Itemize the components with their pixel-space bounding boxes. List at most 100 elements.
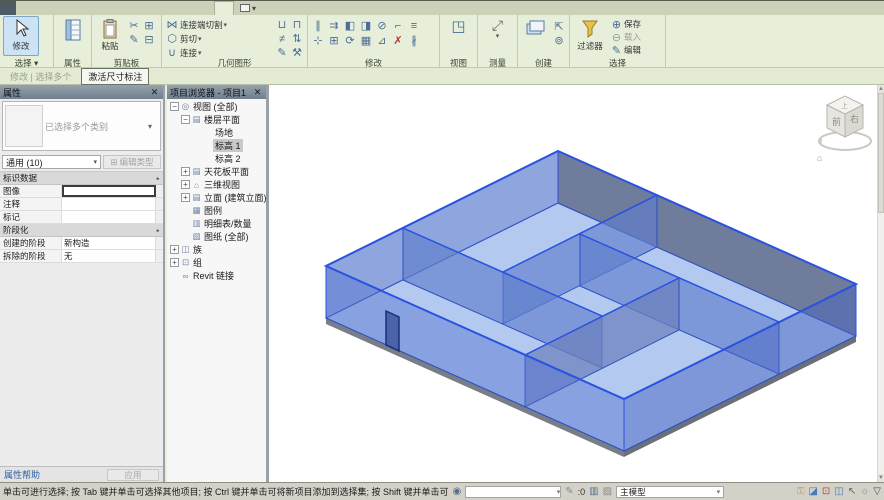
activate-dimensions-button[interactable]: 激活尺寸标注: [81, 68, 149, 85]
tree-expander[interactable]: −: [181, 115, 190, 124]
background-process-icon[interactable]: ☼: [860, 486, 869, 497]
tree-legends[interactable]: ▦ 图例: [167, 204, 266, 217]
link-select-icon[interactable]: ◪: [808, 486, 817, 497]
array-icon[interactable]: ▦: [359, 34, 373, 47]
panel-label-select[interactable]: 选择 ▾: [0, 57, 53, 67]
worksets-icon[interactable]: ▥: [589, 486, 598, 497]
switch-order-icon[interactable]: ⇅: [290, 32, 304, 45]
tree-site[interactable]: 场地: [167, 126, 266, 139]
type-selector[interactable]: 已选择多个类别 ▾: [2, 101, 161, 151]
ribbon-display-toggle[interactable]: ▾: [240, 1, 256, 15]
selection-edit-button[interactable]: ✎编辑: [609, 44, 643, 56]
beam-joins-icon[interactable]: ⊓: [290, 18, 304, 31]
phase-created-field[interactable]: 新构造: [62, 237, 156, 249]
underlay-select-icon[interactable]: ⊡: [822, 486, 830, 497]
ribbon-tab[interactable]: [124, 1, 142, 15]
rotate-icon[interactable]: ⟳: [343, 34, 357, 47]
modify-tool-button[interactable]: 修改: [3, 16, 39, 56]
create-group-button[interactable]: [521, 16, 550, 56]
editing-requests-icon[interactable]: ✎: [565, 486, 573, 497]
ribbon-tab[interactable]: [160, 1, 178, 15]
model-3d-view[interactable]: [269, 85, 878, 468]
scroll-down-icon[interactable]: ▼: [878, 474, 884, 482]
tree-ceiling-plans[interactable]: + ▤ 天花板平面: [167, 165, 266, 178]
trim-icon[interactable]: ⌐: [391, 19, 405, 32]
paste-button[interactable]: 粘贴: [95, 16, 125, 56]
tree-expander[interactable]: +: [181, 180, 190, 189]
cut-geometry-button[interactable]: ⬡剪切▾: [165, 32, 273, 45]
mirror-draw-icon[interactable]: ◨: [359, 19, 373, 32]
search-icon[interactable]: ◉: [453, 486, 462, 497]
tree-views-all[interactable]: − ◎ 视图 (全部): [167, 100, 266, 113]
tree-elevations[interactable]: + ▤ 立面 (建筑立面): [167, 191, 266, 204]
tree-level-2[interactable]: 标高 2: [167, 152, 266, 165]
mark-value-field[interactable]: [62, 211, 156, 223]
align-icon[interactable]: ∥: [311, 19, 325, 32]
tree-groups[interactable]: + ⊡ 组: [167, 256, 266, 269]
properties-toggle-button[interactable]: [57, 16, 88, 56]
tree-3d-views[interactable]: + ⌂ 三维视图: [167, 178, 266, 191]
create-similar-icon[interactable]: ⇱: [552, 20, 566, 33]
tree-floor-plans[interactable]: − ▤ 楼层平面: [167, 113, 266, 126]
move-icon[interactable]: ⊹: [311, 34, 325, 47]
selection-load-button[interactable]: ⊖载入: [609, 31, 643, 43]
offset-icon[interactable]: ⇉: [327, 19, 341, 32]
search-combo[interactable]: ▾: [465, 486, 561, 498]
pick-type-icon[interactable]: ⊟: [142, 33, 156, 46]
ribbon-tab[interactable]: [178, 1, 196, 15]
tree-revit-links[interactable]: ∞ Revit 链接: [167, 269, 266, 282]
section-phasing[interactable]: 阶段化٭: [0, 224, 163, 237]
phase-demolished-field[interactable]: 无: [62, 250, 156, 262]
ribbon-tab[interactable]: [214, 1, 234, 15]
worksets-dialog-icon[interactable]: ▨: [603, 486, 612, 497]
ribbon-tab[interactable]: [88, 1, 106, 15]
properties-header[interactable]: 属性 ✕: [0, 85, 163, 99]
apply-button[interactable]: 应用: [107, 469, 159, 481]
drag-on-selection-icon[interactable]: ↖: [848, 486, 856, 497]
edit-type-button[interactable]: ⊞编辑类型: [103, 155, 161, 169]
section-identity-data[interactable]: 标识数据٭: [0, 172, 163, 185]
selection-box-button[interactable]: ◳: [443, 16, 474, 56]
selection-filter-icon[interactable]: ▽: [873, 486, 881, 497]
tree-expander[interactable]: −: [170, 102, 179, 111]
drawing-area[interactable]: 前 右 上 ⌂ ▲ ▼ 1 : 100 ▤◧☀◐⊙▣◫◎∞☼▦⊞◇⊿ <: [268, 85, 884, 482]
selection-save-button[interactable]: ⊕保存: [609, 18, 643, 30]
vertical-scrollbar[interactable]: ▲ ▼: [877, 85, 884, 482]
tree-sheets[interactable]: ▧ 图纸 (全部): [167, 230, 266, 243]
close-icon[interactable]: ✕: [252, 87, 263, 98]
tree-families[interactable]: + ◫ 族: [167, 243, 266, 256]
measure-button[interactable]: ⤢ ▾: [481, 16, 514, 56]
join-cut-button[interactable]: ⋈连接端切割▾: [165, 18, 273, 31]
properties-help-link[interactable]: 属性帮助: [4, 468, 40, 481]
split-icon[interactable]: ⊘: [375, 19, 389, 32]
copy-icon[interactable]: ⊞: [327, 34, 341, 47]
door[interactable]: [386, 311, 399, 351]
ribbon-tab[interactable]: [52, 1, 70, 15]
split-element-icon[interactable]: ∦: [407, 34, 421, 47]
active-workset-select[interactable]: 主模型▾: [616, 486, 724, 498]
wall-joins-icon[interactable]: ⊔: [275, 18, 289, 31]
delete-icon[interactable]: ✗: [391, 34, 405, 47]
scroll-up-icon[interactable]: ▲: [878, 85, 884, 93]
close-icon[interactable]: ✕: [149, 87, 160, 98]
tree-expander[interactable]: +: [181, 167, 190, 176]
view-cube[interactable]: 前 右 上 ⌂: [816, 89, 874, 165]
home-icon[interactable]: ⌂: [817, 153, 822, 163]
tree-expander[interactable]: +: [181, 193, 190, 202]
properties-filter-select[interactable]: 通用 (10)▾: [2, 155, 101, 169]
pinned-select-icon[interactable]: ◫: [834, 486, 843, 497]
copy-to-clipboard-icon[interactable]: ⊞: [142, 19, 156, 32]
ribbon-tab[interactable]: [196, 1, 214, 15]
ribbon-tab[interactable]: [70, 1, 88, 15]
tree-expander[interactable]: +: [170, 258, 179, 267]
editable-only-icon[interactable]: ⚿: [797, 486, 805, 497]
project-browser-header[interactable]: 项目浏览器 - 项目1 ✕: [167, 85, 266, 99]
tree-level-1[interactable]: 标高 1: [167, 139, 266, 152]
unjoin-icon[interactable]: ≠: [275, 32, 289, 45]
cope-icon[interactable]: ≡: [407, 19, 421, 32]
scale-icon[interactable]: ⊿: [375, 34, 389, 47]
image-value-field[interactable]: [62, 185, 156, 197]
ribbon-tab[interactable]: [106, 1, 124, 15]
ribbon-tab[interactable]: [0, 1, 16, 15]
filter-button[interactable]: 过滤器: [573, 16, 607, 56]
